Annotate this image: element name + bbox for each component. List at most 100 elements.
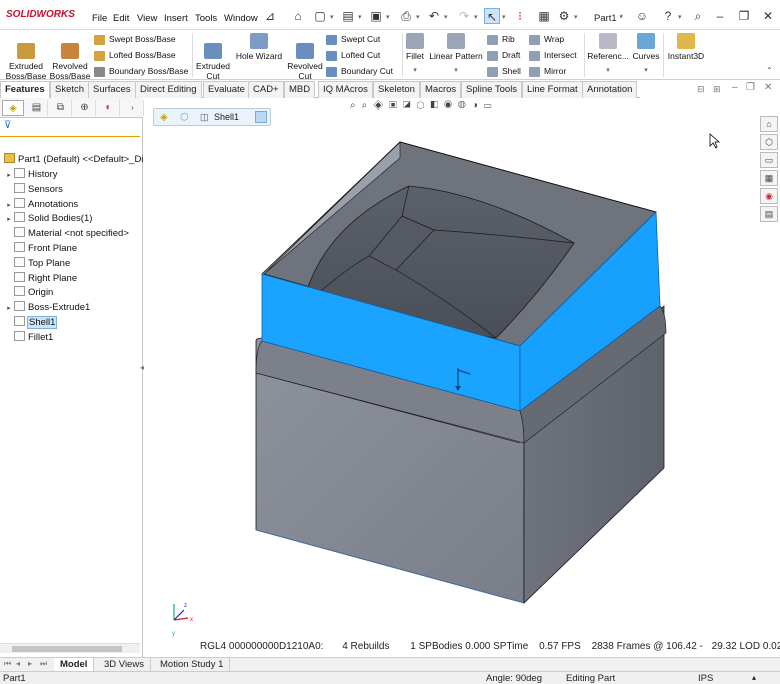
tree-item-right-plane[interactable]: Right Plane bbox=[4, 271, 77, 286]
tree-item-history[interactable]: ▸ History bbox=[4, 167, 58, 182]
boundary-cut-button[interactable]: Boundary Cut bbox=[326, 66, 393, 77]
expand-arrow-icon[interactable]: ▸ bbox=[4, 198, 14, 213]
redo-dropdown-icon[interactable]: ▾ bbox=[474, 13, 478, 21]
viewport-close-icon[interactable]: ✕ bbox=[764, 82, 772, 93]
account-icon[interactable]: ☺ bbox=[634, 8, 650, 24]
tab-spline-tools[interactable]: Spline Tools bbox=[461, 81, 523, 98]
shell-part-body[interactable] bbox=[255, 141, 667, 604]
undo-dropdown-icon[interactable]: ▾ bbox=[444, 13, 448, 21]
reference-dropdown-icon[interactable]: ▾ bbox=[586, 66, 630, 76]
display-manager-tab-icon[interactable]: ◐ bbox=[98, 100, 120, 116]
tree-item-boss-extrude1[interactable]: ▸ Boss-Extrude1 bbox=[4, 300, 90, 315]
wrap-button[interactable]: Wrap bbox=[529, 34, 564, 45]
shell-button[interactable]: Shell bbox=[487, 66, 521, 77]
tree-item-fillet1[interactable]: Fillet1 bbox=[4, 330, 53, 345]
revolved-boss-button[interactable]: Revolved Boss/Base bbox=[48, 33, 92, 81]
lofted-cut-button[interactable]: Lofted Cut bbox=[326, 50, 380, 61]
custom-properties-icon[interactable]: ▤ bbox=[760, 206, 778, 222]
fillet-dropdown-icon[interactable]: ▾ bbox=[404, 66, 426, 76]
reference-geometry-button[interactable]: Referenc... ▾ bbox=[586, 33, 630, 76]
print-dropdown-icon[interactable]: ▾ bbox=[416, 13, 420, 21]
tab-mbd[interactable]: MBD bbox=[284, 81, 316, 98]
help-dropdown-icon[interactable]: ▾ bbox=[678, 13, 682, 21]
draft-button[interactable]: Draft bbox=[487, 50, 520, 61]
design-library-icon[interactable]: ⬡ bbox=[760, 134, 778, 150]
instant3d-button[interactable]: Instant3D bbox=[665, 33, 707, 61]
file-properties-icon[interactable]: ▦ bbox=[536, 8, 552, 24]
tree-item-front-plane[interactable]: Front Plane bbox=[4, 241, 77, 256]
viewport-restore-icon[interactable]: ❐ bbox=[746, 82, 755, 93]
menu-edit[interactable]: Edit bbox=[113, 13, 129, 24]
tab-skeleton[interactable]: Skeleton bbox=[373, 81, 420, 98]
tree-item-shell1[interactable]: Shell1 bbox=[4, 315, 58, 330]
extruded-cut-button[interactable]: Extruded Cut bbox=[194, 33, 232, 81]
tab-annotation[interactable]: Annotation bbox=[582, 81, 638, 98]
save-icon[interactable]: ▣ bbox=[368, 8, 384, 24]
tab-sketch[interactable]: Sketch bbox=[50, 81, 90, 98]
linear-pattern-button[interactable]: Linear Pattern ▾ bbox=[428, 33, 484, 76]
print-icon[interactable]: ⎙ bbox=[398, 8, 414, 24]
home-icon[interactable]: ⌂ bbox=[290, 8, 306, 24]
graphics-area[interactable]: ◈ ⬡ ◫ Shell1 ⌕⌕◈▣◪⬡◧◉◍◑▭ z x y RGL4 0000… bbox=[144, 98, 780, 658]
tab-prev-icon[interactable]: ◂ bbox=[16, 659, 20, 668]
property-manager-tab-icon[interactable]: ▤ bbox=[26, 100, 48, 116]
status-units[interactable]: IPS bbox=[698, 673, 713, 684]
tree-item-material-not-specified[interactable]: Material <not specified> bbox=[4, 226, 129, 241]
fillet-button[interactable]: Fillet ▾ bbox=[404, 33, 426, 76]
redo-icon[interactable]: ↷ bbox=[456, 8, 472, 24]
tree-item-origin[interactable]: Origin bbox=[4, 285, 53, 300]
tab-motion-study[interactable]: Motion Study 1 bbox=[154, 658, 231, 671]
rib-button[interactable]: Rib bbox=[487, 34, 515, 45]
new-icon[interactable]: ▢ bbox=[312, 8, 328, 24]
save-dropdown-icon[interactable]: ▾ bbox=[386, 13, 390, 21]
options-icon[interactable]: ⚙ bbox=[556, 8, 572, 24]
tree-item-annotations[interactable]: ▸ Annotations bbox=[4, 197, 78, 212]
select-dropdown-icon[interactable]: ▾ bbox=[502, 13, 506, 21]
swept-cut-button[interactable]: Swept Cut bbox=[326, 34, 380, 45]
restore-icon[interactable]: ❐ bbox=[736, 8, 752, 24]
model-view[interactable]: z x y bbox=[144, 98, 756, 658]
viewport-split-icon[interactable]: ⊞ bbox=[713, 84, 721, 95]
select-icon[interactable]: ↖ bbox=[484, 8, 500, 24]
options-dropdown-icon[interactable]: ▾ bbox=[574, 13, 578, 21]
tab-cad-plus[interactable]: CAD+ bbox=[248, 81, 284, 98]
filter-icon[interactable]: ⊽ bbox=[4, 120, 11, 131]
new-dropdown-icon[interactable]: ▾ bbox=[330, 13, 334, 21]
appearances-icon[interactable]: ◉ bbox=[760, 188, 778, 204]
undo-icon[interactable]: ↶ bbox=[426, 8, 442, 24]
tree-item-solid-bodies-1[interactable]: ▸ Solid Bodies(1) bbox=[4, 211, 92, 226]
extruded-boss-button[interactable]: Extruded Boss/Base bbox=[4, 33, 48, 81]
open-icon[interactable]: ▤ bbox=[340, 8, 356, 24]
feature-manager-tab-icon[interactable]: ◈ bbox=[2, 100, 24, 116]
tab-first-icon[interactable]: ⏮ bbox=[4, 659, 11, 669]
configuration-manager-tab-icon[interactable]: ⧉ bbox=[50, 100, 72, 116]
tree-item-sensors[interactable]: Sensors bbox=[4, 182, 63, 197]
tab-model[interactable]: Model bbox=[54, 658, 95, 671]
tree-horizontal-scrollbar[interactable] bbox=[0, 643, 140, 653]
traffic-light-icon[interactable]: ⁝ bbox=[512, 8, 528, 24]
menu-file[interactable]: File bbox=[92, 13, 107, 24]
tab-last-icon[interactable]: ⏭ bbox=[40, 659, 47, 669]
expand-arrow-icon[interactable]: ▸ bbox=[4, 301, 14, 316]
tab-surfaces[interactable]: Surfaces bbox=[88, 81, 136, 98]
boundary-boss-button[interactable]: Boundary Boss/Base bbox=[94, 66, 188, 77]
intersect-button[interactable]: Intersect bbox=[529, 50, 577, 61]
close-icon[interactable]: ✕ bbox=[760, 8, 776, 24]
curves-dropdown-icon[interactable]: ▾ bbox=[631, 66, 661, 76]
minimize-icon[interactable]: – bbox=[712, 8, 728, 24]
file-explorer-icon[interactable]: ▭ bbox=[760, 152, 778, 168]
dimxpert-tab-icon[interactable]: ⊕ bbox=[74, 100, 96, 116]
solidworks-resources-icon[interactable]: ⌂ bbox=[760, 116, 778, 132]
tab-next-icon[interactable]: ▸ bbox=[28, 659, 32, 668]
status-units-dropdown-icon[interactable]: ▴ bbox=[752, 673, 756, 682]
expand-arrow-icon[interactable]: ▸ bbox=[4, 168, 14, 183]
menu-window[interactable]: Window bbox=[224, 13, 258, 24]
expand-arrow-icon[interactable]: ▸ bbox=[4, 212, 14, 227]
menu-tools[interactable]: Tools bbox=[195, 13, 217, 24]
tab-direct-editing[interactable]: Direct Editing bbox=[135, 81, 202, 98]
viewport-tile-icon[interactable]: ⊟ bbox=[697, 84, 705, 95]
collapse-ribbon-icon[interactable]: ⌃ bbox=[766, 66, 773, 75]
linear-pattern-dropdown-icon[interactable]: ▾ bbox=[428, 66, 484, 76]
hole-wizard-button[interactable]: Hole Wizard bbox=[234, 33, 284, 61]
search-icon[interactable]: ⌕ bbox=[690, 8, 706, 24]
